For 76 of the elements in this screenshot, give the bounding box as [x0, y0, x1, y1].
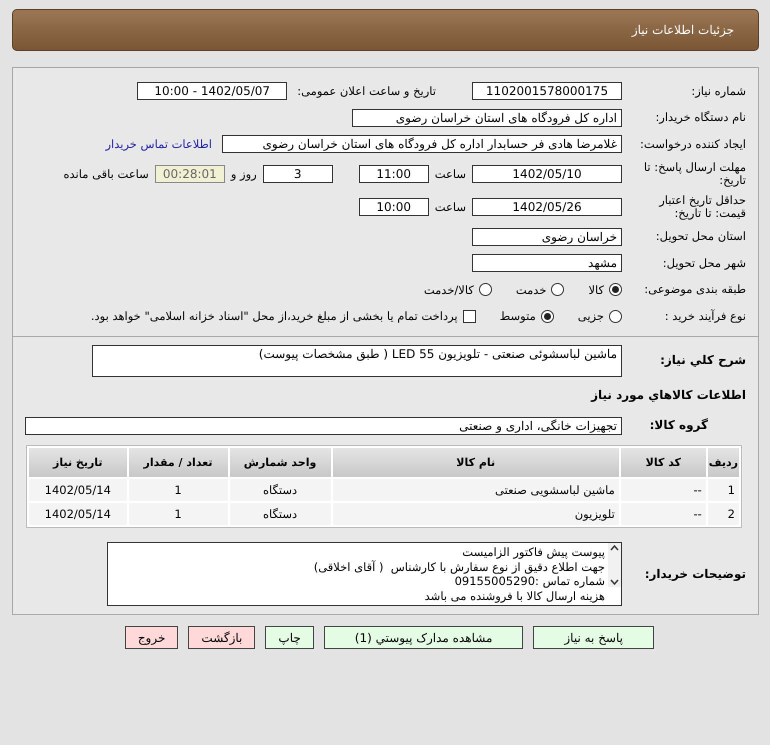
option-label: کالا/خدمت: [424, 282, 474, 297]
field-label: ساعت: [434, 200, 466, 214]
field-value: 1402/05/10: [472, 165, 622, 183]
table-cell: --: [620, 479, 706, 501]
action-button[interactable]: چاپ: [265, 626, 314, 649]
scroll-up-icon[interactable]: [610, 545, 619, 551]
table-cell: 1402/05/14: [29, 503, 127, 525]
table-cell: 2: [708, 503, 739, 525]
notes-line: هزینه ارسال کالا با فروشنده می باشد: [424, 588, 605, 603]
scroll-down-icon[interactable]: [610, 579, 619, 585]
exit-button[interactable]: بازگشت: [188, 626, 256, 649]
field-label: ساعت باقی مانده: [64, 167, 149, 181]
field-label: ایجاد کننده درخواست:: [639, 138, 746, 151]
field-value: ماشین لباسشوئی صنعتی - تلویزیون LED 55 ( طبق مشخصات پیوست): [92, 344, 622, 376]
field-value: خراسان رضوی: [472, 228, 622, 246]
table-cell: دستگاه: [230, 503, 331, 525]
field-label: ساعت: [434, 167, 466, 181]
column-header: کد کالا: [620, 448, 706, 477]
field-label: گروه کالا:: [648, 419, 709, 432]
scrollbar[interactable]: [608, 543, 621, 587]
option-label: خدمت: [516, 282, 546, 297]
table-cell: 1: [708, 479, 739, 501]
field-label: روز و: [230, 167, 257, 181]
option-label: جزیی: [578, 309, 604, 324]
field-value: 11:00: [358, 165, 429, 183]
radio-button[interactable]: [540, 310, 554, 323]
checkbox-label: پرداخت تمام یا بخشی از مبلغ خرید،از محل "اسناد خزانه اسلامی" خواهد بود.: [90, 309, 458, 324]
field-value: مشهد: [472, 254, 622, 272]
field-label: حداقل تاریخ اعتبار قیمت: تا تاریخ:: [658, 194, 746, 220]
radio-button[interactable]: [478, 283, 492, 296]
table-cell: 1: [128, 503, 228, 525]
column-header: تاریخ نیاز: [29, 448, 127, 477]
radio-button[interactable]: [609, 283, 622, 296]
exit-button[interactable]: خروج: [124, 626, 178, 649]
field-value: اداره کل فرودگاه های استان خراسان رضوی: [352, 108, 622, 127]
field-label: نام دستگاه خریدار:: [654, 111, 746, 124]
table-cell: ماشین لباسشویی صنعتی: [332, 479, 619, 501]
column-header: تعداد / مقدار: [128, 448, 228, 477]
field-value: 1402/05/07 - 10:00: [137, 82, 288, 100]
field-label: شرح کلي نياز:: [659, 354, 746, 367]
table-cell: 1402/05/14: [29, 479, 127, 501]
field-label: نوع فرآیند خرید :: [664, 310, 746, 323]
notes-line: جهت اطلاع دقیق از نوع سفارش با کارشناس ( آقای اخلاقی): [312, 560, 605, 574]
field-label: طبقه بندی موضوعی:: [643, 283, 746, 296]
field-value: 10:00: [358, 198, 429, 216]
field-label: شهر محل تحویل:: [662, 256, 746, 270]
radio-button[interactable]: [609, 310, 622, 323]
field-label: تاریخ و ساعت اعلان عمومی:: [297, 84, 436, 98]
field-label: استان محل تحویل:: [654, 230, 746, 244]
notes-line: پیوست پیش فاکتور الزامیست: [461, 545, 605, 560]
column-header: واحد شمارش: [230, 448, 331, 477]
field-label: شماره نیاز:: [690, 84, 746, 98]
section-heading: اطلاعات کالاهاي مورد نياز: [591, 388, 746, 402]
column-header: نام کالا: [332, 448, 619, 477]
notes-line: شماره تماس :09155005290: [454, 574, 605, 588]
field-value: 1102001578000175: [472, 82, 622, 100]
field-label: توضیحات خریدار:: [644, 568, 746, 580]
buyer-contact-link[interactable]: اطلاعات تماس خریدار: [105, 137, 212, 152]
table-cell: دستگاه: [230, 479, 331, 501]
field-value: 1402/05/26: [472, 198, 622, 216]
page-header: جزئیات اطلاعات نیاز: [12, 9, 759, 51]
action-button[interactable]: پاسخ به نیاز: [533, 626, 654, 649]
checkbox[interactable]: [462, 310, 476, 323]
option-label: کالا: [588, 282, 604, 297]
option-label: متوسط: [500, 309, 536, 324]
action-button[interactable]: مشاهده مدارک پیوستي (1): [324, 626, 524, 649]
countdown-timer: 00:28:01: [154, 165, 225, 183]
table-cell: --: [620, 503, 706, 525]
field-value: تجهیزات خانگی، اداری و صنعتی: [25, 416, 622, 435]
field-value: غلامرضا هادی فر حسابدار اداره کل فرودگاه های استان خراسان رضوی: [222, 135, 622, 154]
field-label: مهلت ارسال پاسخ: تا تاریخ:: [642, 161, 746, 187]
field-value: 3: [262, 165, 333, 183]
table-cell: 1: [128, 479, 228, 501]
table-cell: تلویزیون: [332, 503, 619, 525]
column-header: ردیف: [708, 448, 739, 477]
radio-button[interactable]: [551, 283, 564, 296]
